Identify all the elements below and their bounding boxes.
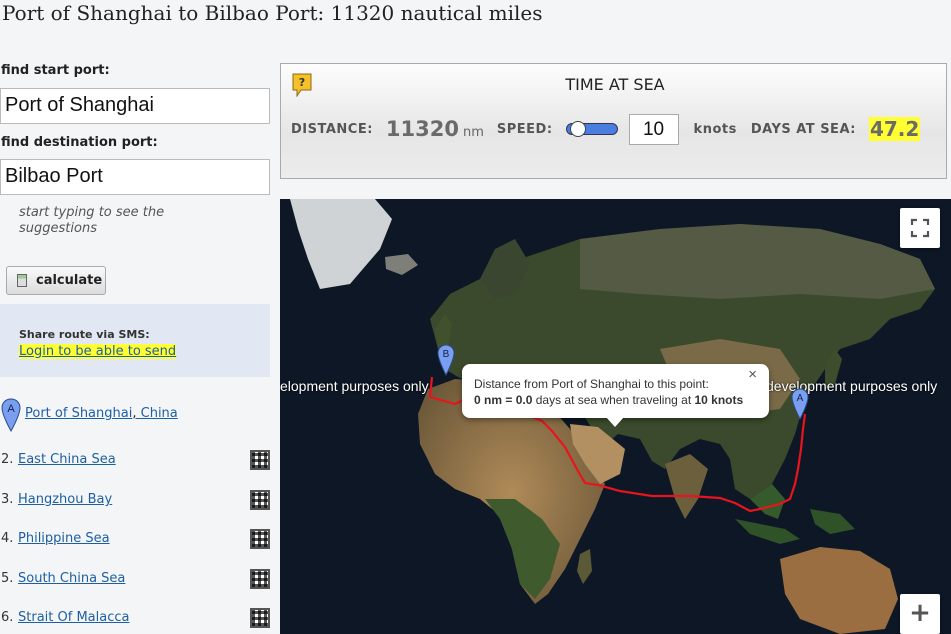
qr-code-icon[interactable] [250,529,270,549]
fullscreen-icon [910,218,930,238]
route-start-item: A Port of Shanghai, China [0,398,270,434]
distance-unit: nm [462,124,484,140]
route-map[interactable]: elopment purposes only development purpo… [280,199,951,634]
login-link[interactable]: Login to be able to send [19,344,177,359]
route-item: 6. Strait Of Malacca [1,608,270,629]
tooltip-line1: Distance from Port of Shanghai to this p… [474,377,709,391]
route-item: 2. East China Sea [1,450,270,471]
tooltip-line2: 0 nm = 0.0 days at sea when traveling at… [474,392,757,408]
page: Port of Shanghai to Bilbao Port: 11320 n… [0,0,951,634]
start-port-label: find start port: [1,63,110,78]
route-item-number: 2. [1,452,14,467]
tooltip-middle: days at sea when traveling at [532,393,695,407]
separator: , [132,406,137,421]
fullscreen-button[interactable] [900,208,940,248]
start-port-link[interactable]: Port of Shanghai [25,406,132,421]
sms-share-box: Share route via SMS: Login to be able to… [0,304,270,377]
qr-code-icon[interactable] [250,569,270,589]
speed-slider[interactable] [565,121,618,137]
route-item-number: 6. [1,610,14,625]
time-at-sea-panel: ? TIME AT SEA DISTANCE: 11320 nm SPEED: … [280,63,947,179]
distance-value: 11320 [385,117,459,141]
marker-a-icon[interactable]: A [791,388,809,420]
close-icon[interactable]: × [748,367,757,383]
route-item-number: 3. [1,492,14,507]
start-country-link[interactable]: China [141,406,178,421]
qr-code-icon[interactable] [250,608,270,628]
calculate-label: calculate [36,273,103,288]
tooltip-eq: = [502,393,516,407]
route-item-number: 5. [1,571,14,586]
route-item-link[interactable]: South China Sea [18,571,125,586]
marker-a-icon: A [1,398,21,432]
calculate-button[interactable]: calculate [6,266,106,295]
route-item-link[interactable]: East China Sea [18,452,116,467]
route-item-link[interactable]: Philippine Sea [18,531,110,546]
days-at-sea-value: 47.2 [868,117,921,141]
route-item-link[interactable]: Strait Of Malacca [18,610,129,625]
tooltip-days: 0.0 [515,393,533,407]
distance-label: DISTANCE: [291,121,373,137]
speed-unit: knots [693,121,737,137]
marker-b-icon[interactable]: B [437,344,455,376]
time-at-sea-title: TIME AT SEA [565,75,665,94]
speed-label: SPEED: [496,121,553,137]
route-item: 3. Hangzhou Bay [1,490,270,511]
route-item: 5. South China Sea [1,569,270,590]
sms-title: Share route via SMS: [19,328,150,341]
speed-input[interactable]: 10 [628,113,679,145]
start-port-input[interactable]: Port of Shanghai [0,88,270,124]
destination-port-label: find destination port: [1,135,158,150]
destination-port-input[interactable]: Bilbao Port [0,159,270,195]
qr-code-icon[interactable] [250,490,270,510]
svg-text:B: B [443,349,450,360]
svg-text:A: A [797,393,804,404]
route-item-link[interactable]: Hangzhou Bay [18,492,112,507]
tooltip-nm: 0 nm [474,393,503,407]
slider-knob[interactable] [570,121,587,137]
distance-tooltip: × Distance from Port of Shanghai to this… [462,364,769,427]
svg-text:A: A [7,403,15,415]
time-at-sea-row: DISTANCE: 11320 nm SPEED: 10 knots DAYS … [291,113,921,145]
watermark-left: elopment purposes only [280,378,429,394]
tooltip-speed: 10 knots [694,393,744,407]
zoom-in-button[interactable]: + [900,594,940,634]
route-item-number: 4. [1,531,14,546]
calculator-icon [17,274,27,287]
route-item: 4. Philippine Sea [1,529,270,550]
days-at-sea-label: DAYS AT SEA: [750,121,856,137]
suggestion-hint: start typing to see the suggestions [19,205,165,236]
qr-code-icon[interactable] [250,450,270,470]
page-title: Port of Shanghai to Bilbao Port: 11320 n… [2,1,543,25]
